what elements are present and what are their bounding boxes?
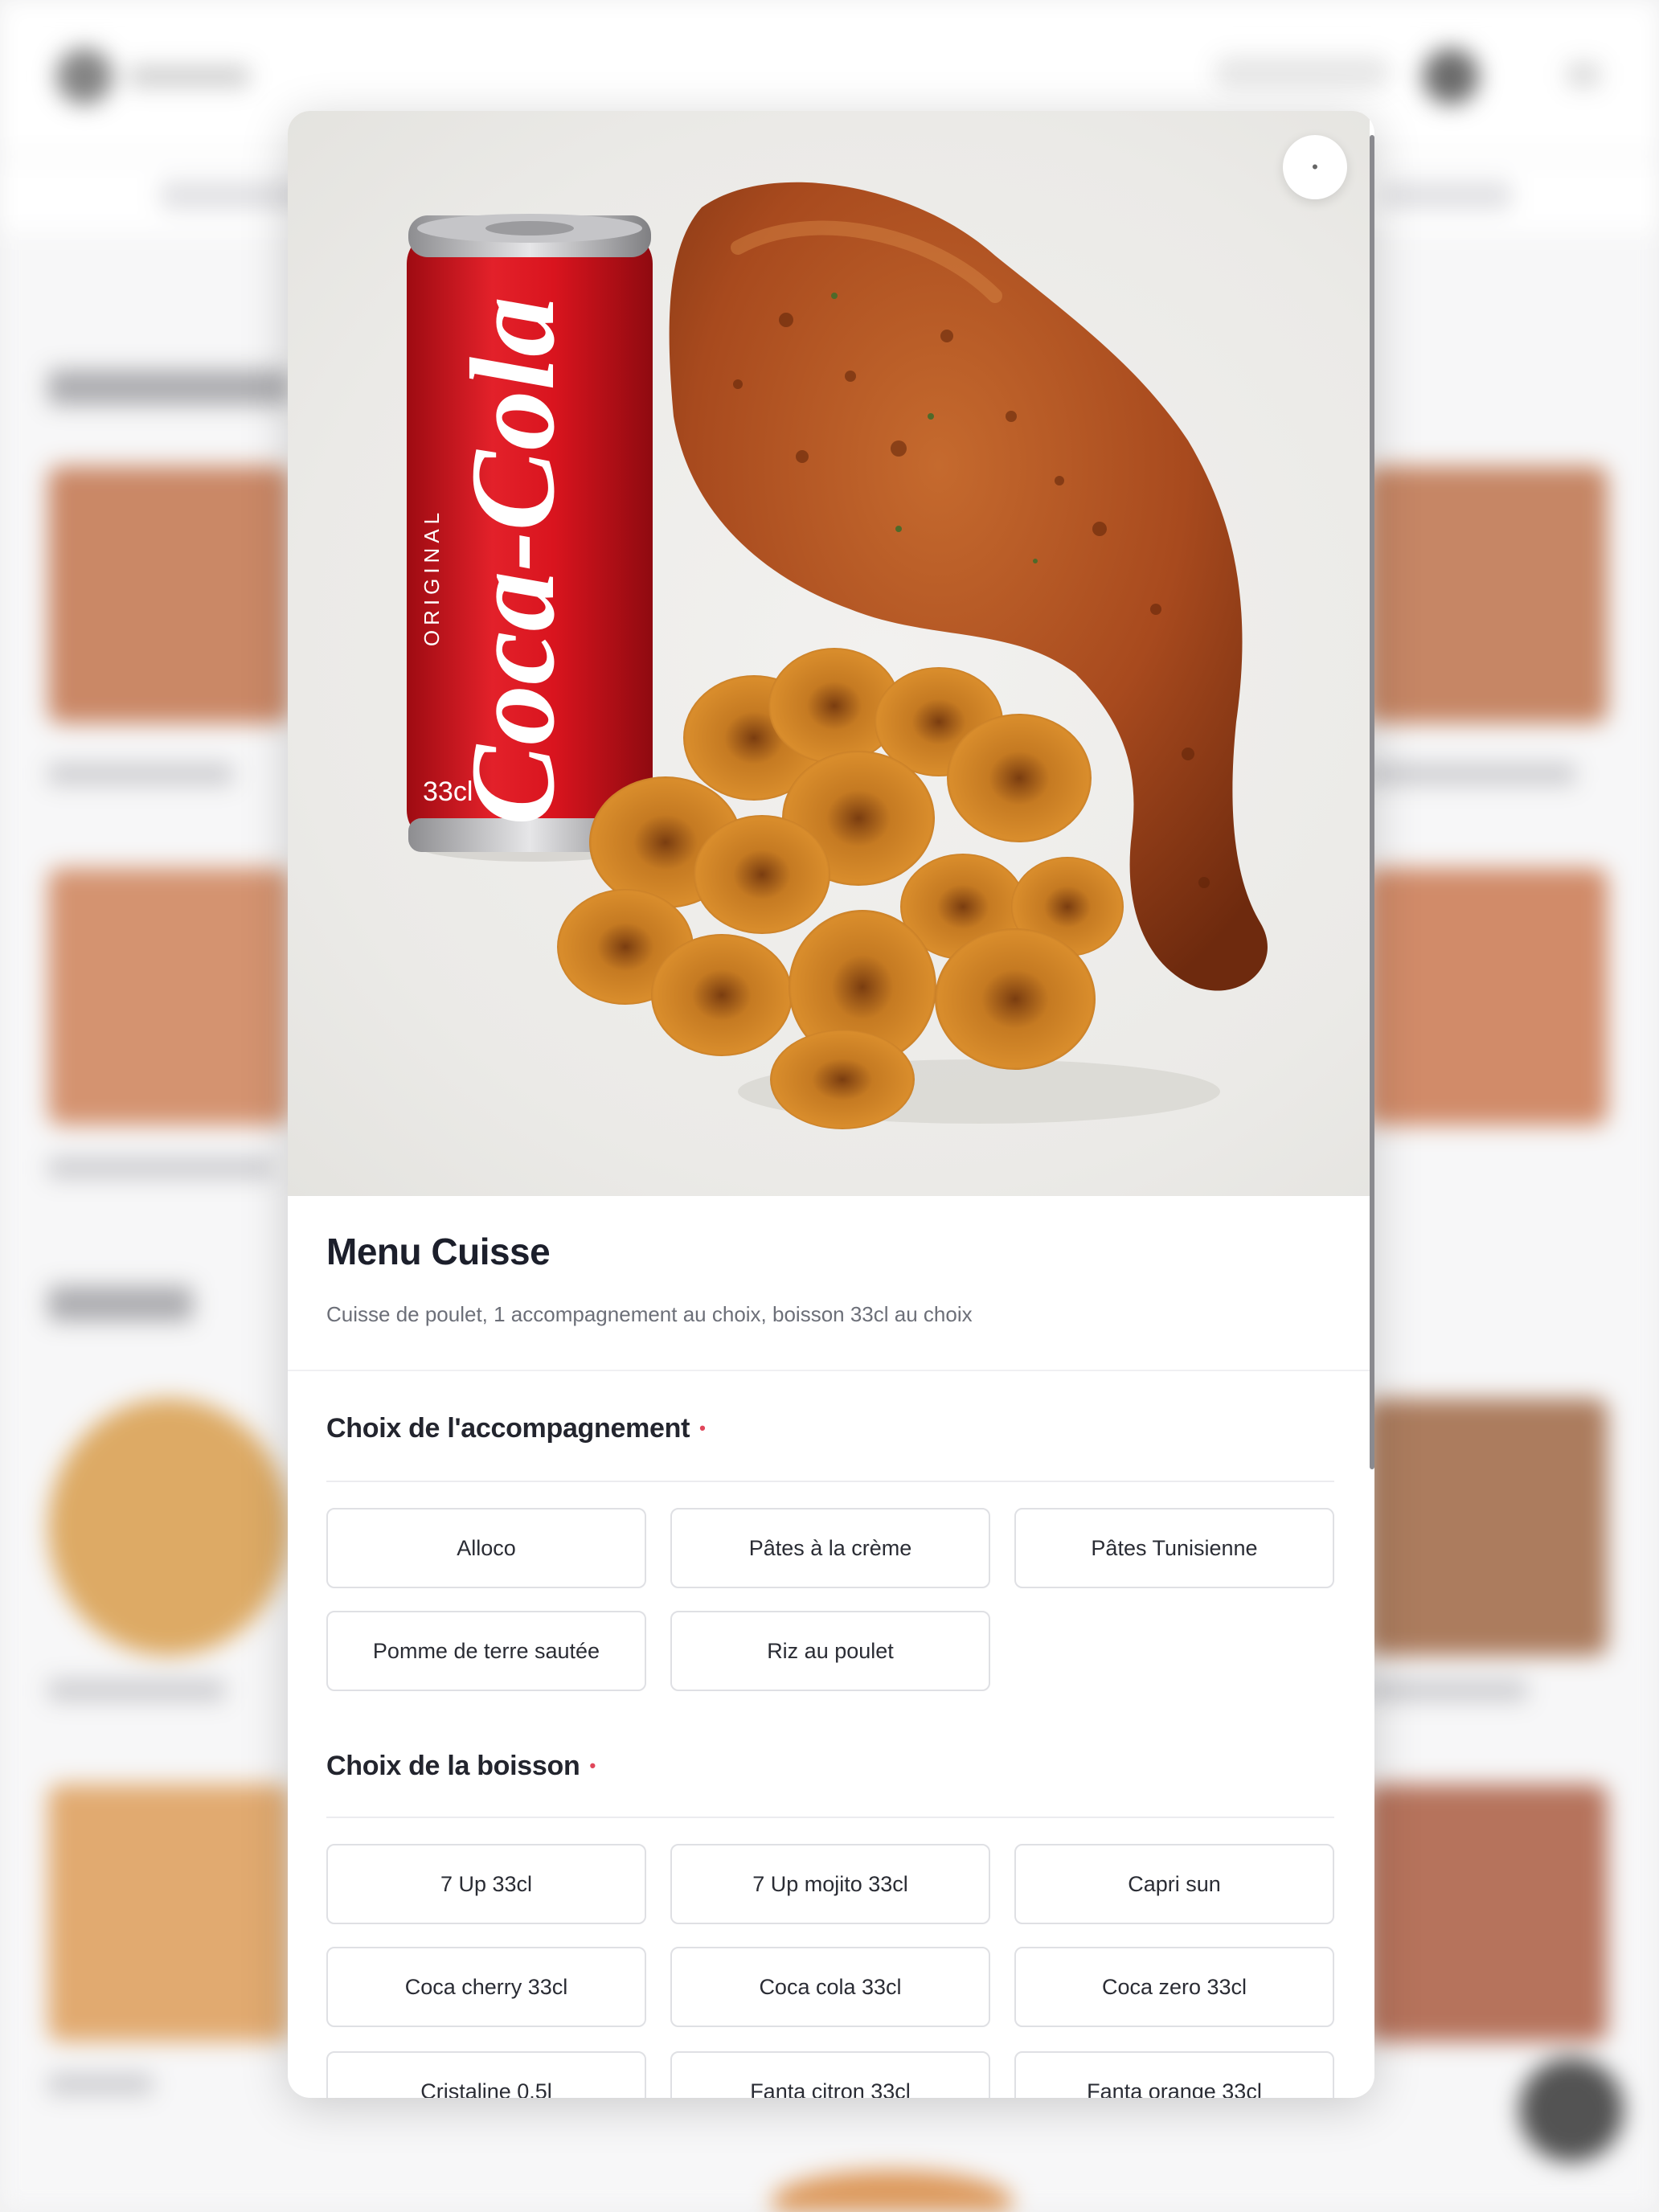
option-label: Coca zero 33cl [1101,1974,1247,1999]
option-drink-fanta-citron[interactable]: Fanta citron 33cl [670,2051,990,2098]
option-label: Capri sun [1128,1871,1221,1896]
close-button[interactable]: • [1283,135,1347,199]
option-drink-cristaline[interactable]: Cristaline 0.5l [326,2051,646,2098]
option-label: Riz au poulet [767,1638,894,1663]
product-description: Cuisse de poulet, 1 accompagnement au ch… [326,1302,973,1326]
option-label: Pâtes Tunisienne [1091,1535,1258,1560]
option-drink-coca-cola[interactable]: Coca cola 33cl [670,1947,990,2027]
option-drink-fanta-orange[interactable]: Fanta orange 33cl [1014,2051,1334,2098]
option-drink-capri-sun[interactable]: Capri sun [1014,1844,1334,1924]
product-photo-illustration: Coca-Cola ORIGINAL 33cl [407,182,1268,1129]
product-title: Menu Cuisse [326,1231,551,1272]
divider [288,1370,1370,1371]
product-modal: Coca-Cola ORIGINAL 33cl • Menu Cuisse Cu… [288,111,1374,2098]
option-drink-coca-cherry[interactable]: Coca cherry 33cl [326,1947,646,2027]
close-icon: • [1312,157,1318,177]
can-line-text: ORIGINAL [420,508,444,646]
can-volume-text: 33cl [423,776,473,807]
product-image: Coca-Cola ORIGINAL 33cl • [288,111,1370,1196]
option-side-pomme-de-terre[interactable]: Pomme de terre sautée [326,1611,646,1691]
option-label: Pomme de terre sautée [372,1638,600,1663]
option-side-alloco[interactable]: Alloco [326,1508,646,1588]
required-indicator: • [589,1755,596,1776]
section-title-text: Choix de l'accompagnement [326,1413,690,1444]
option-drink-coca-zero[interactable]: Coca zero 33cl [1014,1947,1334,2027]
section-title-side: Choix de l'accompagnement • [326,1413,706,1444]
option-label: Cristaline 0.5l [420,2079,552,2099]
option-label: Pâtes à la crème [748,1535,912,1560]
modal-scrollbar[interactable] [1370,135,1374,1469]
option-label: Coca cola 33cl [759,1974,902,1999]
option-label: Alloco [457,1535,516,1560]
option-side-pates-creme[interactable]: Pâtes à la crème [670,1508,990,1588]
option-label: 7 Up 33cl [440,1871,533,1896]
section-divider [326,1481,1334,1482]
option-drink-7up-mojito[interactable]: 7 Up mojito 33cl [670,1844,990,1924]
option-side-riz-poulet[interactable]: Riz au poulet [670,1611,990,1691]
section-divider [326,1817,1334,1818]
required-indicator: • [699,1418,706,1438]
option-drink-7up[interactable]: 7 Up 33cl [326,1844,646,1924]
option-label: Fanta citron 33cl [750,2079,911,2099]
section-title-text: Choix de la boisson [326,1751,580,1781]
option-label: Coca cherry 33cl [404,1974,568,1999]
section-title-drink: Choix de la boisson • [326,1751,596,1782]
can-brand-text: Coca-Cola [446,297,580,825]
option-side-pates-tunisienne[interactable]: Pâtes Tunisienne [1014,1508,1334,1588]
option-label: 7 Up mojito 33cl [752,1871,908,1896]
option-label: Fanta orange 33cl [1087,2079,1262,2099]
